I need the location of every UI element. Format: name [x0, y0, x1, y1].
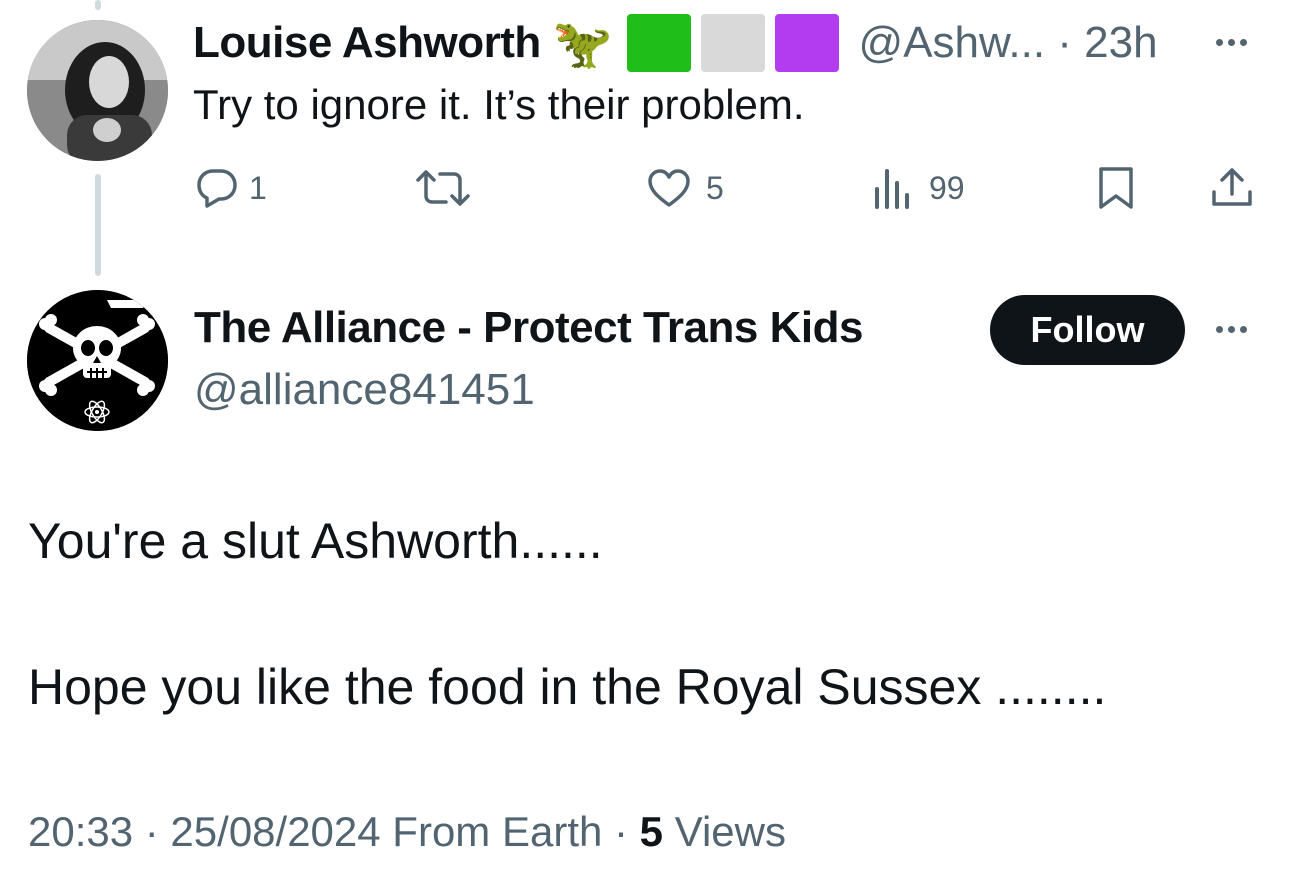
avatar[interactable] [27, 20, 168, 161]
share-button[interactable] [1210, 166, 1254, 210]
handle: @alliance841451 [194, 365, 535, 414]
purple-square-icon [774, 14, 839, 72]
retweet-icon [416, 170, 470, 206]
timestamp[interactable]: 20:33 · 25/08/2024 From Earth · [28, 808, 640, 855]
follow-button[interactable]: Follow [990, 295, 1185, 365]
views-count: 99 [929, 169, 965, 206]
like-button[interactable]: 5 [646, 166, 724, 210]
thread-line [95, 174, 101, 276]
bookmark-icon [1099, 167, 1133, 209]
avatar-photo [27, 20, 168, 161]
avatar[interactable] [27, 290, 168, 431]
reply-icon [197, 169, 237, 208]
reply-button[interactable]: 1 [195, 166, 267, 210]
retweet-button[interactable] [414, 166, 472, 210]
reply-count: 1 [249, 169, 267, 206]
skull-crossbones-icon [27, 290, 168, 431]
tweet-text-line-2: Hope you like the food in the Royal Suss… [28, 659, 1107, 715]
green-square-icon [626, 14, 691, 72]
share-icon [1212, 168, 1252, 206]
views-button[interactable]: 99 [873, 166, 965, 210]
views-count: 5 [639, 808, 664, 855]
dinosaur-icon: 🦖 [552, 17, 613, 71]
reply-header: Louise Ashworth 🦖 @Ashw... · 23h [193, 12, 1158, 74]
display-name[interactable]: Louise Ashworth [193, 18, 541, 68]
more-icon[interactable] [1216, 39, 1247, 46]
heart-icon [648, 169, 690, 207]
white-square-icon [700, 14, 765, 72]
display-name[interactable]: The Alliance - Protect Trans Kids [194, 303, 863, 353]
reply-text: Try to ignore it. It’s their problem. [193, 81, 805, 128]
views-icon [875, 169, 909, 209]
bookmark-button[interactable] [1097, 166, 1135, 210]
views-label: Views [663, 808, 786, 855]
handle-timestamp: @Ashw... · 23h [858, 18, 1158, 67]
thread-line-top [95, 0, 101, 10]
more-icon[interactable] [1216, 326, 1247, 333]
tweet-meta: 20:33 · 25/08/2024 From Earth · 5 Views [28, 808, 786, 856]
tweet-text-line-1: You're a slut Ashworth...... [28, 513, 603, 569]
like-count: 5 [706, 169, 724, 206]
